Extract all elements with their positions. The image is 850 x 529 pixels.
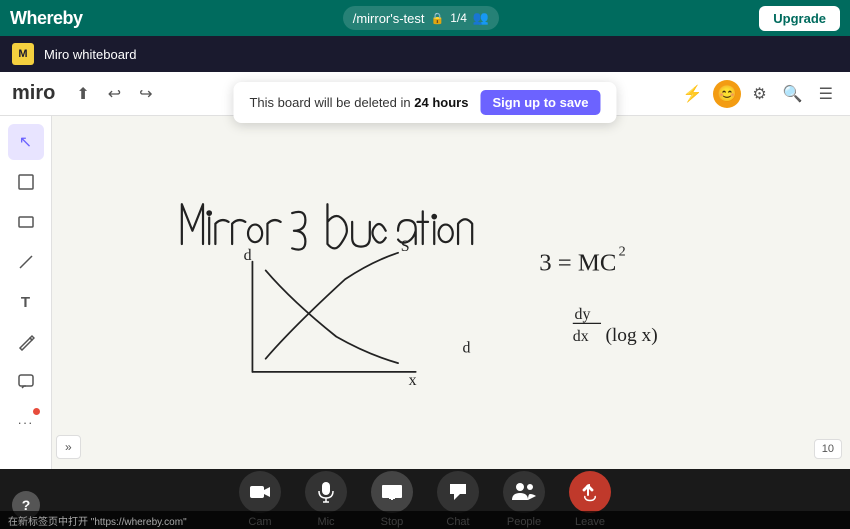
participant-count: 1/4 — [450, 11, 467, 25]
room-pill[interactable]: /mirror's-test 🔒 1/4 👥 — [343, 6, 499, 30]
mic-icon — [305, 471, 347, 513]
toolbar-right: ⚡ 😊 ⚙ 🔍 ☰ — [677, 79, 838, 109]
svg-text:dx: dx — [573, 328, 589, 345]
more-tools[interactable]: ··· — [8, 404, 44, 440]
cam-icon — [239, 471, 281, 513]
pen-tool[interactable] — [8, 324, 44, 360]
select-tool[interactable]: ↖ — [8, 124, 44, 160]
notification-dot — [33, 408, 40, 415]
svg-text:dy: dy — [575, 306, 591, 323]
miro-logo: M — [12, 43, 34, 65]
whiteboard-content: S d x d 3 = MC 2 dy dx (log x) — [52, 116, 850, 469]
svg-text:d: d — [462, 340, 470, 357]
lock-icon: 🔒 — [431, 12, 445, 25]
status-bar: 在新标签页中打开 "https://whereby.com" — [0, 511, 850, 529]
miro-toolbar: miro ⬆ ↩ ↪ This board will be deleted in… — [0, 72, 850, 116]
bottom-bar: ? Cam Mic Stop — [0, 469, 850, 529]
leave-icon — [569, 471, 611, 513]
board-notice: This board will be deleted in 24 hours S… — [233, 82, 616, 123]
whereby-bar: Whereby /mirror's-test 🔒 1/4 👥 Upgrade — [0, 0, 850, 36]
svg-text:(log x): (log x) — [605, 325, 657, 346]
chat-icon — [437, 471, 479, 513]
status-text: 在新标签页中打开 "https://whereby.com" — [8, 513, 187, 528]
filter-button[interactable]: ⚡ — [677, 79, 707, 109]
menu-button[interactable]: ☰ — [814, 79, 838, 109]
redo-button[interactable]: ↪ — [134, 79, 157, 109]
miro-wordmark: miro — [12, 82, 55, 105]
undo-button[interactable]: ↩ — [103, 79, 126, 109]
people-icon: 👥 — [473, 10, 489, 26]
expand-button[interactable]: » — [56, 435, 81, 459]
room-name: /mirror's-test — [353, 11, 425, 26]
upload-button[interactable]: ⬆ — [71, 79, 94, 109]
settings-button[interactable]: ⚙ — [747, 79, 771, 109]
canvas-area[interactable]: S d x d 3 = MC 2 dy dx (log x) » 10 — [52, 116, 850, 469]
zoom-indicator: 10 — [814, 439, 842, 459]
left-tools: ↖ T — [0, 116, 52, 469]
stop-icon — [371, 471, 413, 513]
upgrade-button[interactable]: Upgrade — [759, 6, 840, 31]
search-button[interactable]: 🔍 — [778, 79, 808, 109]
svg-text:d: d — [244, 247, 252, 264]
rectangle-tool[interactable] — [8, 204, 44, 240]
whereby-logo: Whereby — [10, 8, 83, 29]
svg-text:2: 2 — [619, 243, 626, 259]
frame-tool[interactable] — [8, 164, 44, 200]
svg-text:S: S — [401, 238, 410, 255]
line-tool[interactable] — [8, 244, 44, 280]
main-area: ↖ T — [0, 116, 850, 469]
miro-app-bar: M Miro whiteboard — [0, 36, 850, 72]
svg-text:x: x — [409, 372, 417, 389]
people-icon — [503, 471, 545, 513]
svg-text:3 = MC: 3 = MC — [539, 249, 616, 276]
notice-text: This board will be deleted in 24 hours — [249, 95, 468, 110]
user-avatar[interactable]: 😊 — [713, 80, 741, 108]
text-tool[interactable]: T — [8, 284, 44, 320]
miro-title: Miro whiteboard — [44, 47, 137, 62]
signup-button[interactable]: Sign up to save — [480, 90, 600, 115]
comment-tool[interactable] — [8, 364, 44, 400]
notice-highlight: 24 hours — [414, 95, 468, 110]
